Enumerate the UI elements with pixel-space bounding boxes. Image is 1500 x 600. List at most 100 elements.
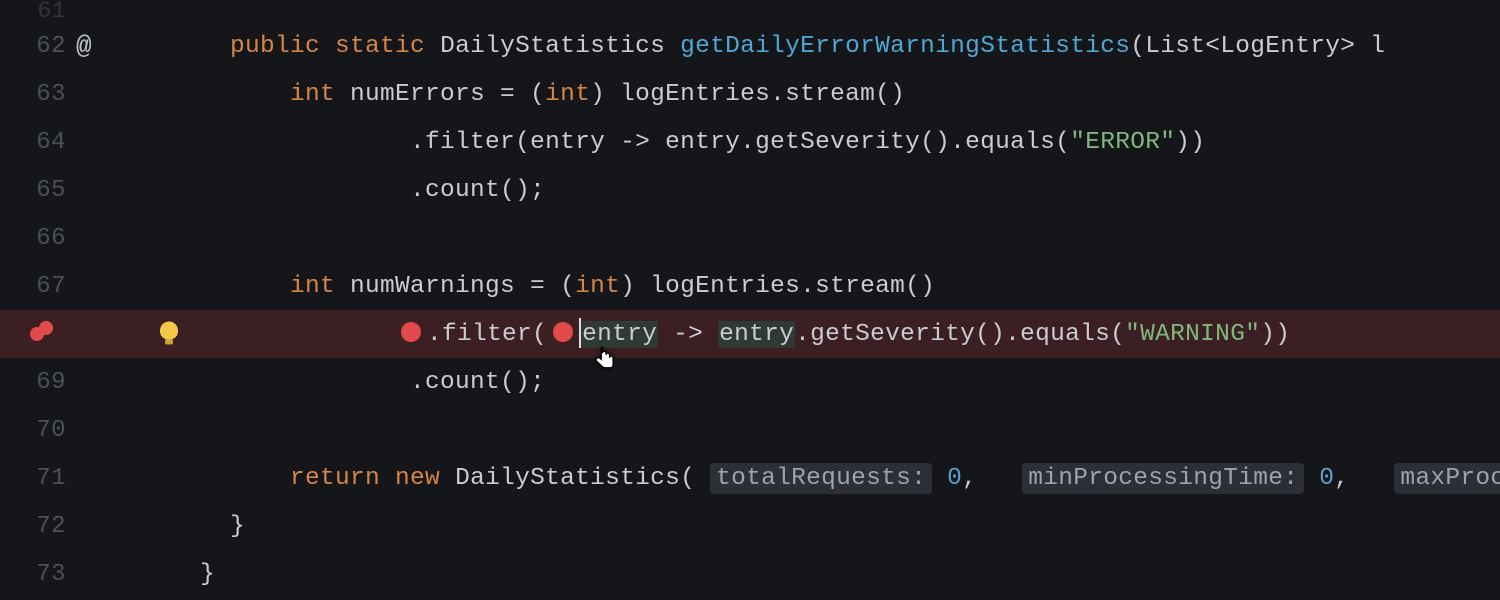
- override-marker-icon[interactable]: @: [76, 31, 92, 61]
- gutter: 63: [0, 70, 200, 118]
- code-text: .count();: [410, 177, 545, 204]
- hint-label: maxProcessin: [1400, 465, 1500, 492]
- line-number: 66: [0, 225, 66, 252]
- code-text: .getSeverity().equals(: [795, 321, 1125, 348]
- code-content[interactable]: public static DailyStatistics getDailyEr…: [200, 22, 1500, 70]
- keyword: static: [335, 33, 425, 60]
- code-line[interactable]: 65 .count();: [0, 166, 1500, 214]
- code-content[interactable]: int numErrors = (int) logEntries.stream(…: [200, 70, 1500, 118]
- gutter: 72: [0, 502, 200, 550]
- string-literal: "WARNING": [1125, 321, 1260, 348]
- gutter: 61: [0, 0, 200, 22]
- code-content[interactable]: [200, 406, 1500, 454]
- code-line[interactable]: 69 .count();: [0, 358, 1500, 406]
- gutter: 62 @: [0, 22, 200, 70]
- identifier: entry: [582, 321, 657, 348]
- code-line[interactable]: 63 int numErrors = (int) logEntries.stre…: [0, 70, 1500, 118]
- inline-breakpoint-icon[interactable]: [401, 322, 421, 342]
- code-text: ,: [1334, 465, 1349, 492]
- line-number: 73: [0, 561, 66, 588]
- gutter: 73: [0, 550, 200, 598]
- gutter: 66: [0, 214, 200, 262]
- code-text: )): [1260, 321, 1290, 348]
- code-line[interactable]: 67 int numWarnings = (int) logEntries.st…: [0, 262, 1500, 310]
- code-line[interactable]: 64 .filter(entry -> entry.getSeverity().…: [0, 118, 1500, 166]
- keyword: int: [575, 273, 620, 300]
- gutter[interactable]: [0, 310, 200, 358]
- code-content[interactable]: }: [200, 502, 1500, 550]
- number-literal: 0: [1319, 465, 1334, 492]
- code-line[interactable]: 61: [0, 0, 1500, 22]
- code-content[interactable]: int numWarnings = (int) logEntries.strea…: [200, 262, 1500, 310]
- number-literal: 0: [947, 465, 962, 492]
- code-line[interactable]: 72 }: [0, 502, 1500, 550]
- breakpoint-icon[interactable]: [39, 321, 53, 335]
- punct: (List<LogEntry> l: [1130, 33, 1385, 60]
- line-number: 67: [0, 273, 66, 300]
- inline-breakpoint-icon[interactable]: [553, 322, 573, 342]
- keyword: int: [290, 273, 335, 300]
- code-text: .getSeverity().equals(: [740, 129, 1070, 156]
- gutter: 71: [0, 454, 200, 502]
- code-line-current[interactable]: .filter(entry -> entry.getSeverity().equ…: [0, 310, 1500, 358]
- intention-bulb-icon[interactable]: [160, 321, 178, 348]
- keyword: return: [290, 465, 380, 492]
- method-name: getDailyErrorWarningStatistics: [680, 33, 1130, 60]
- code-line[interactable]: 66: [0, 214, 1500, 262]
- hint-label: minProcessingTime:: [1028, 465, 1298, 492]
- code-line[interactable]: 70: [0, 406, 1500, 454]
- code-text: .count();: [410, 369, 545, 396]
- code-text: numWarnings = (: [335, 273, 575, 300]
- code-line[interactable]: 71 return new DailyStatistics( totalRequ…: [0, 454, 1500, 502]
- line-number: 71: [0, 465, 66, 492]
- keyword: public: [230, 33, 320, 60]
- parameter-hint: maxProcessin: [1394, 463, 1500, 494]
- keyword: new: [395, 465, 440, 492]
- line-number: 72: [0, 513, 66, 540]
- keyword: int: [290, 81, 335, 108]
- hint-label: totalRequests:: [716, 465, 926, 492]
- code-content[interactable]: .count();: [200, 166, 1500, 214]
- code-text: numErrors = (: [335, 81, 545, 108]
- code-content[interactable]: [200, 0, 1500, 22]
- line-number: 65: [0, 177, 66, 204]
- code-text: ) logEntries.stream(): [590, 81, 905, 108]
- string-literal: "ERROR": [1070, 129, 1175, 156]
- gutter: 65: [0, 166, 200, 214]
- parameter-hint: minProcessingTime:: [1022, 463, 1304, 494]
- code-text: ->: [658, 321, 718, 348]
- breakpoint-group-icon[interactable]: [30, 321, 56, 347]
- line-number: 64: [0, 129, 66, 156]
- identifier: entry: [530, 129, 605, 156]
- type: DailyStatistics: [440, 33, 665, 60]
- identifier: entry: [665, 129, 740, 156]
- code-text: ,: [962, 465, 977, 492]
- code-content[interactable]: [200, 214, 1500, 262]
- line-number: 63: [0, 81, 66, 108]
- line-number: 61: [0, 0, 66, 24]
- code-text: ) logEntries.stream(): [620, 273, 935, 300]
- gutter: 67: [0, 262, 200, 310]
- identifier: entry: [719, 321, 794, 348]
- gutter: 69: [0, 358, 200, 406]
- code-editor[interactable]: 61 62 @ public static DailyStatistics ge…: [0, 0, 1500, 600]
- code-content[interactable]: return new DailyStatistics( totalRequest…: [200, 454, 1500, 502]
- line-number: 70: [0, 417, 66, 444]
- keyword: int: [545, 81, 590, 108]
- line-number: 69: [0, 369, 66, 396]
- parameter-hint: totalRequests:: [710, 463, 932, 494]
- code-content[interactable]: .count();: [200, 358, 1500, 406]
- line-number: 62: [0, 33, 66, 60]
- code-line[interactable]: 62 @ public static DailyStatistics getDa…: [0, 22, 1500, 70]
- code-text: .filter(: [427, 321, 547, 348]
- code-content[interactable]: .filter(entry -> entry.getSeverity().equ…: [200, 118, 1500, 166]
- code-text: )): [1175, 129, 1205, 156]
- code-text: .filter(: [410, 129, 530, 156]
- gutter: 70: [0, 406, 200, 454]
- code-content[interactable]: .filter(entry -> entry.getSeverity().equ…: [200, 310, 1500, 358]
- code-text: DailyStatistics(: [440, 465, 710, 492]
- code-text: }: [230, 513, 245, 540]
- code-line[interactable]: 73 }: [0, 550, 1500, 598]
- code-content[interactable]: }: [200, 550, 1500, 598]
- code-text: ->: [605, 129, 665, 156]
